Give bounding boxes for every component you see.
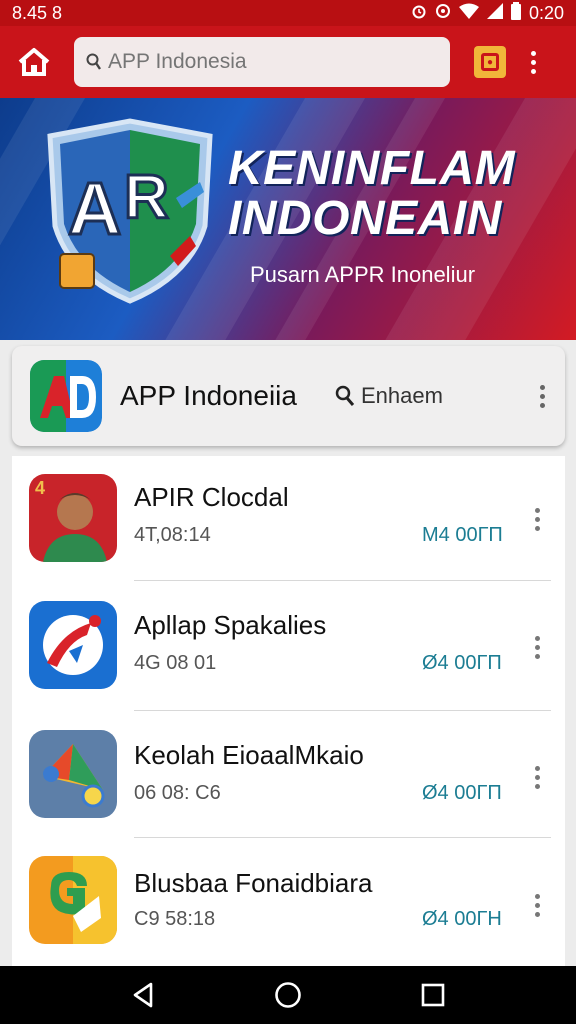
banner-subtitle: Pusarn APPR Inoneliur	[250, 262, 476, 287]
status-bar: 8.45 8 0:20	[0, 0, 576, 26]
app-meta: C9 58:18	[134, 908, 216, 930]
featured-app-name: APP Indoneiia	[120, 380, 297, 411]
home-button[interactable]	[14, 42, 54, 82]
enhance-button[interactable]: Enhaem	[335, 383, 443, 409]
more-vert-icon[interactable]	[532, 766, 542, 789]
app-bar: ●	[0, 26, 576, 98]
status-time-left: 8.45 8	[12, 2, 63, 23]
app-size: Ø4 00ГП	[422, 782, 502, 804]
divider	[134, 710, 551, 711]
search-icon	[335, 385, 355, 406]
tabs-icon: ●	[481, 53, 499, 71]
list-item[interactable]: Blusbaa Fonaidbiara C9 58:18 Ø4 00ГН	[12, 838, 565, 964]
svg-text:A: A	[68, 167, 121, 250]
more-vert-icon[interactable]	[532, 636, 542, 659]
more-vert-icon[interactable]	[537, 384, 547, 408]
recents-icon	[422, 983, 445, 1007]
status-icons: 0:20	[411, 2, 564, 24]
featured-app-header[interactable]: APP Indoneiia Enhaem	[12, 346, 565, 446]
search-icon	[86, 53, 101, 70]
home-icon	[18, 48, 50, 76]
app-size: M4 00ГП	[422, 524, 503, 546]
app-icon	[29, 601, 117, 689]
hero-banner[interactable]: A R KENINFLAM INDONEAIN Pusarn APPR Inon…	[0, 98, 576, 340]
recents-button[interactable]	[413, 975, 453, 1015]
back-button[interactable]	[123, 975, 163, 1015]
signal-icon	[486, 3, 503, 23]
app-title: Keolah EioaalMkaio	[134, 740, 364, 770]
list-item[interactable]: Apllap Spakalies 4G 08 01 Ø4 00ГП	[12, 582, 565, 711]
status-time-right: 0:20	[528, 2, 564, 23]
app-title: Blusbaa Fonaidbiara	[134, 868, 373, 898]
app-logo	[30, 360, 102, 432]
app-icon	[29, 730, 117, 818]
banner-title: KENINFLAM INDONEAIN	[228, 144, 515, 244]
svg-text:R: R	[124, 163, 169, 232]
more-vert-icon[interactable]	[528, 50, 538, 74]
app-title: Apllap Spakalies	[134, 610, 327, 640]
battery-icon	[510, 2, 521, 24]
tabs-button[interactable]: ●	[474, 46, 506, 78]
list-item[interactable]: 4 APIR Clocdal 4T,08:14 M4 00ГП	[12, 456, 565, 582]
app-meta: 4T,08:14	[134, 524, 211, 546]
back-icon	[133, 982, 152, 1008]
vibrate-icon	[435, 3, 451, 23]
search-bar[interactable]	[74, 37, 450, 87]
enhance-label: Enhaem	[361, 383, 443, 408]
app-icon: 4	[29, 474, 117, 562]
wifi-icon	[458, 3, 479, 23]
banner-title-line1: KENINFLAM	[228, 142, 516, 195]
app-meta: 06 08: C6	[134, 782, 221, 804]
more-vert-icon[interactable]	[532, 508, 542, 531]
system-nav-bar	[0, 966, 576, 1024]
alarm-icon	[411, 3, 427, 23]
app-size: Ø4 00ГП	[422, 652, 502, 674]
app-size: Ø4 00ГН	[422, 908, 502, 930]
divider	[134, 580, 551, 581]
svg-text:4: 4	[35, 478, 45, 498]
app-title: APIR Clocdal	[134, 482, 289, 512]
home-nav-button[interactable]	[268, 975, 308, 1015]
shield-logo: A R	[47, 118, 213, 304]
banner-title-line2: INDONEAIN	[228, 192, 502, 245]
search-input[interactable]	[108, 50, 428, 74]
app-list: 4 APIR Clocdal 4T,08:14 M4 00ГП Apllap S…	[12, 456, 565, 966]
app-icon	[29, 856, 117, 944]
more-vert-icon[interactable]	[532, 894, 542, 917]
app-meta: 4G 08 01	[134, 652, 217, 674]
home-circle-icon	[275, 982, 301, 1008]
list-item[interactable]: Keolah EioaalMkaio 06 08: C6 Ø4 00ГП	[12, 712, 565, 838]
